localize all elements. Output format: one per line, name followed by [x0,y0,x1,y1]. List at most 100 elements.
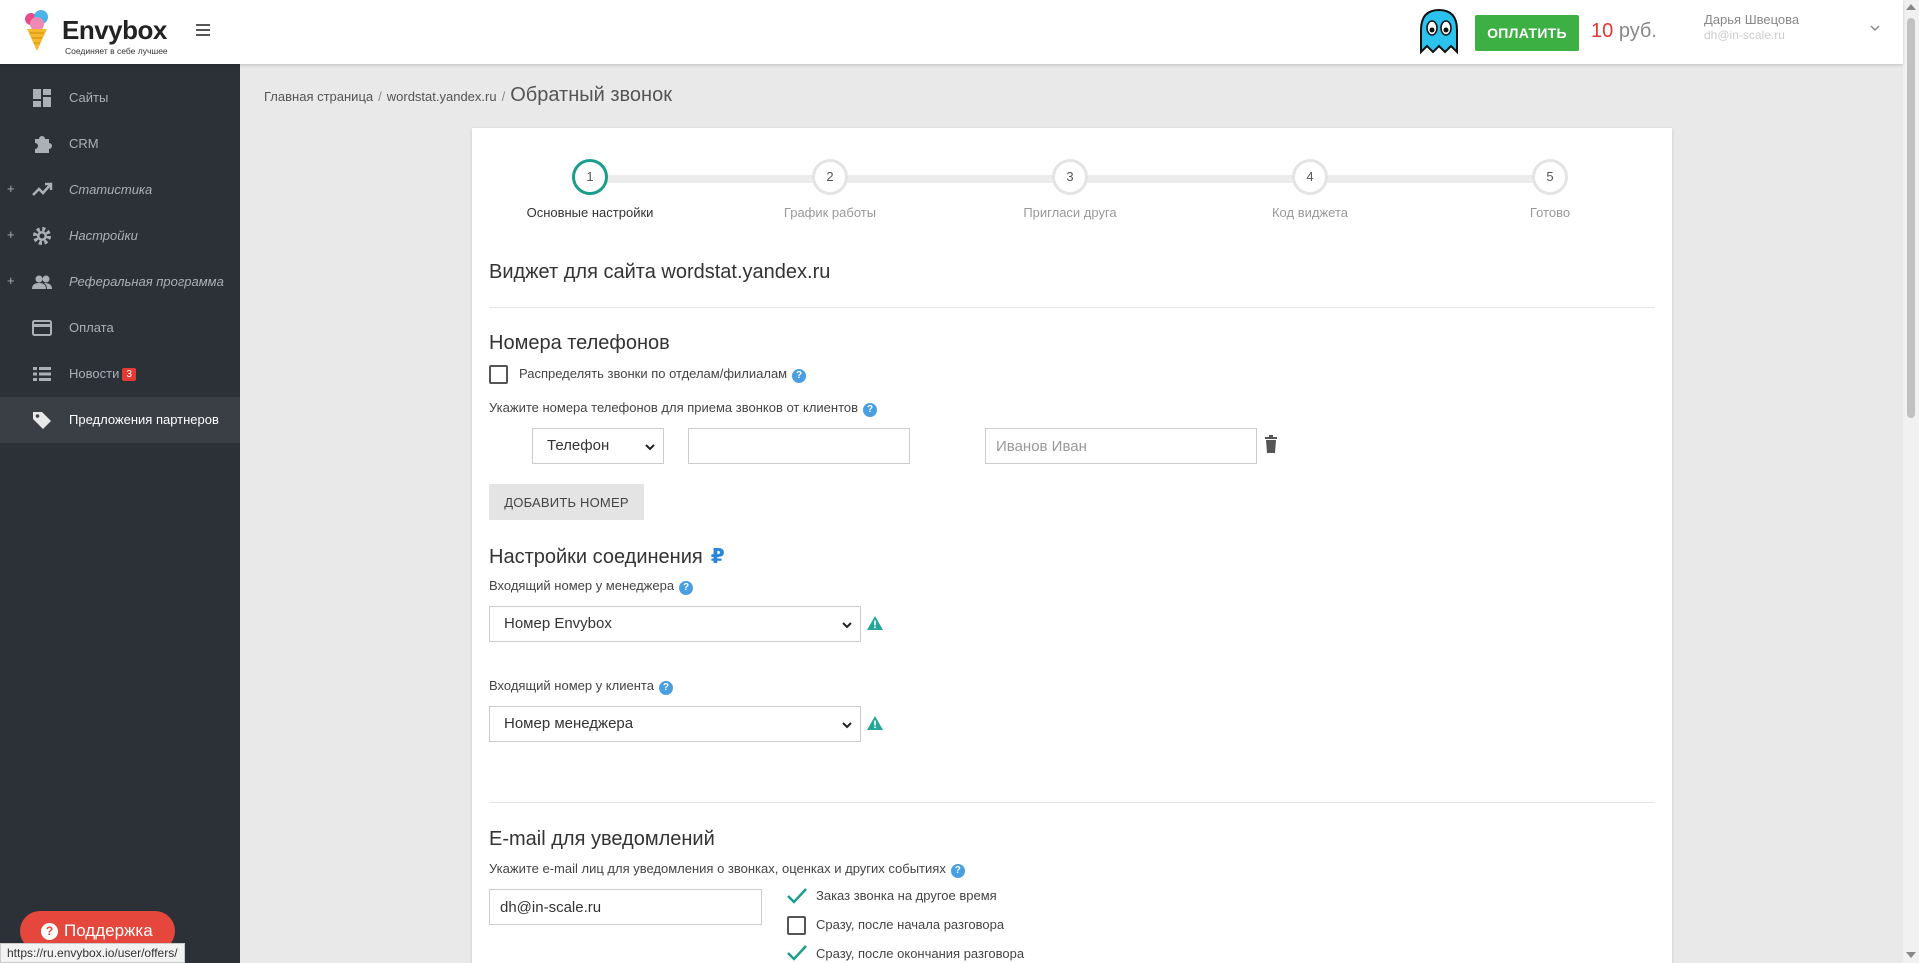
sidebar-item-label: Оплата [69,320,114,335]
sidebar-item-label: CRM [69,136,99,151]
balance-unit: руб. [1618,20,1657,42]
step-number: 5 [1532,159,1568,195]
help-icon[interactable]: ? [679,581,694,595]
distribute-calls-checkbox[interactable] [489,365,508,384]
sidebar-item-settings[interactable]: + Настройки [0,213,240,259]
settings-card: 1 Основные настройки 2 График работы 3 П… [472,128,1672,963]
checkmark-icon[interactable] [786,944,808,962]
ruble-icon: ₽ [710,546,725,568]
manager-incoming-label: Входящий номер у менеджера? [489,578,694,595]
notify-option-label: Заказ звонка на другое время [816,888,997,903]
step-number: 3 [1052,159,1088,195]
scroll-down-arrow-icon[interactable] [1906,952,1916,958]
top-header: Envybox Соединяет в себе лучшее ОПЛАТИТЬ… [0,0,1903,64]
sidebar-item-news[interactable]: Новости 3 [0,351,240,397]
sidebar-item-partner-offers[interactable]: Предложения партнеров [0,397,240,443]
step-number: 2 [812,159,848,195]
expand-plus-icon[interactable]: + [7,273,15,288]
expand-plus-icon[interactable]: + [7,227,15,242]
credit-card-icon [32,320,52,336]
envybox-logo[interactable]: Envybox Соединяет в себе лучшее [20,7,180,57]
step-schedule[interactable]: 2 График работы [710,159,950,220]
logo-tagline: Соединяет в себе лучшее [65,46,168,56]
sidebar-item-statistics[interactable]: + Статистика [0,167,240,213]
divider [489,802,1655,803]
sidebar-item-label: Статистика [69,182,153,197]
sidebar-item-crm[interactable]: CRM [0,121,240,167]
help-icon[interactable]: ? [658,681,673,695]
phone-type-select[interactable]: Телефон [532,428,664,464]
chevron-down-icon [645,444,655,451]
add-number-button[interactable]: ДОБАВИТЬ НОМЕР [489,484,644,520]
breadcrumb-separator: / [378,89,382,104]
scrollbar-thumb[interactable] [1907,18,1915,418]
warning-icon[interactable] [867,616,883,630]
scroll-up-arrow-icon[interactable] [1906,4,1916,10]
phone-number-input[interactable] [688,428,910,464]
manager-incoming-select[interactable]: Номер Envybox [489,606,861,642]
sidebar-item-sites[interactable]: Сайты [0,75,240,121]
trending-up-icon [32,182,53,196]
question-icon: ? [41,923,58,940]
ice-cream-logo-icon [25,10,48,51]
sidebar: Сайты CRM + Статистика + Настройки + Реф… [0,64,240,963]
notify-option-label: Сразу, после окончания разговора [816,946,1025,961]
step-widget-code[interactable]: 4 Код виджета [1190,159,1430,220]
breadcrumb-separator: / [501,89,506,104]
step-label: Пригласи друга [1023,205,1117,220]
breadcrumb-home-link[interactable]: Главная страница [264,89,373,104]
chevron-down-icon [842,622,852,629]
phone-owner-name-input[interactable] [985,428,1257,464]
chevron-down-icon[interactable] [1869,22,1881,34]
news-count-badge: 3 [122,368,136,381]
list-icon [33,367,51,381]
people-icon [32,275,52,289]
email-section-title: E-mail для уведомлений [489,828,715,850]
pay-button[interactable]: ОПЛАТИТЬ [1475,15,1579,51]
sidebar-item-label: Реферальная программа [69,274,224,289]
widget-title: Виджет для сайта wordstat.yandex.ru [489,261,831,283]
puzzle-icon [35,136,52,153]
page-title: Обратный звонок [510,84,672,106]
notify-on-start-checkbox[interactable] [787,916,806,935]
step-invite-friend[interactable]: 3 Пригласи друга [950,159,1190,220]
gear-icon [33,227,51,245]
distribute-calls-label: Распределять звонки по отделам/филиалам? [519,366,807,383]
user-email: dh@in-scale.ru [1704,28,1785,42]
user-name: Дарья Швецова [1704,12,1800,27]
breadcrumb-site-link[interactable]: wordstat.yandex.ru [387,89,497,104]
expand-plus-icon[interactable]: + [7,181,15,196]
sidebar-item-label: Новости 3 [69,366,136,381]
step-number: 4 [1292,159,1328,195]
connection-section-title: Настройки соединения ₽ [489,546,725,568]
warning-icon[interactable] [867,716,883,730]
ghost-mascot-icon[interactable] [1418,8,1460,56]
checkmark-icon[interactable] [786,887,808,905]
manager-incoming-value: Номер Envybox [504,615,612,632]
help-icon[interactable]: ? [863,403,878,417]
phones-section-title: Номера телефонов [489,332,670,354]
menu-toggle-icon[interactable] [193,21,213,41]
help-icon[interactable]: ? [950,864,965,878]
phone-type-value: Телефон [547,437,610,454]
step-label: Код виджета [1271,205,1348,220]
breadcrumb: Главная страница / wordstat.yandex.ru / Обра… [264,84,672,107]
client-incoming-label: Входящий номер у клиента? [489,678,673,695]
trash-icon[interactable] [1264,435,1278,453]
user-menu[interactable]: Дарья Швецова dh@in-scale.ru [1704,12,1799,42]
help-icon[interactable]: ? [792,369,807,383]
chevron-down-icon [842,722,852,729]
email-input[interactable] [489,889,762,925]
client-incoming-select[interactable]: Номер менеджера [489,706,861,742]
status-bar-url: https://ru.envybox.io/user/offers/ [0,943,185,963]
wizard-stepper: 1 Основные настройки 2 График работы 3 П… [472,128,1672,228]
sidebar-item-label: Настройки [69,228,138,243]
sidebar-item-referral[interactable]: + Реферальная программа [0,259,240,305]
phones-hint: Укажите номера телефонов для приема звон… [489,400,878,417]
sidebar-item-payment[interactable]: Оплата [0,305,240,351]
step-label: График работы [783,205,877,220]
step-basic-settings[interactable]: 1 Основные настройки [470,159,710,220]
step-label: Основные настройки [526,205,654,220]
tag-icon [33,412,51,429]
step-done[interactable]: 5 Готово [1430,159,1670,220]
